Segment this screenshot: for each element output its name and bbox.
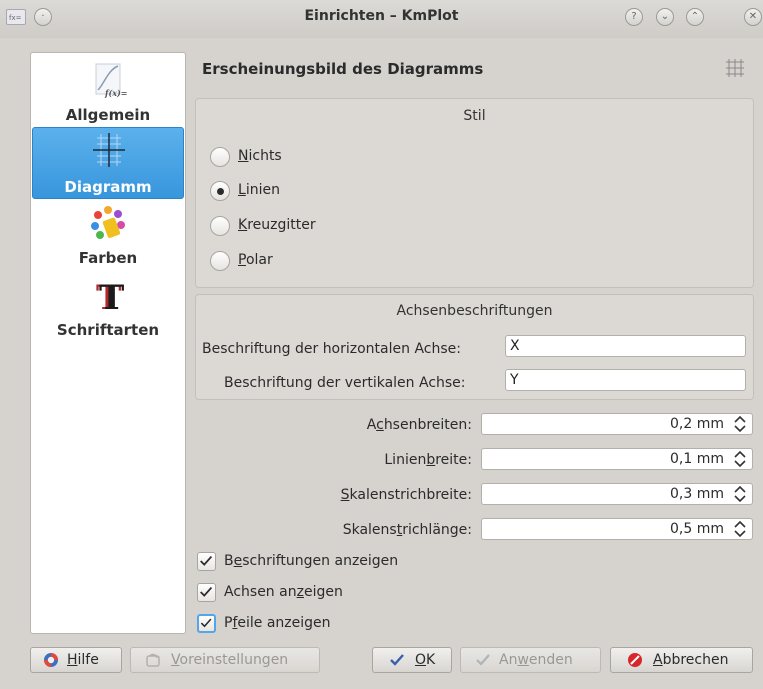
axis-width-spinbox[interactable]: 0,2 mm <box>481 413 753 435</box>
vertical-axis-label: Beschriftung der vertikalen Achse: <box>224 375 466 391</box>
radio-selected-dot <box>217 188 224 195</box>
checkmark-icon <box>476 654 490 666</box>
checkmark-icon <box>200 555 213 566</box>
checkbox[interactable] <box>197 614 216 633</box>
style-group-title: Stil <box>463 108 486 124</box>
axis-labels-group-title: Achsenbeschriftungen <box>396 303 553 319</box>
defaults-button[interactable]: Voreinstellungen <box>130 647 320 673</box>
checkbox[interactable] <box>197 583 216 602</box>
function-label: f(x)= <box>104 88 127 98</box>
spinbox-value: 0,3 mm <box>670 486 724 502</box>
page-title: Erscheinungsbild des Diagramms <box>202 60 484 78</box>
font-t-icon: T T <box>96 278 124 313</box>
tick-length-spinbox[interactable]: 0,5 mm <box>481 518 753 540</box>
sidebar-item-diagramm[interactable]: Diagramm <box>32 127 184 199</box>
tick-length-label: Skalenstrichlänge: <box>342 522 472 538</box>
restore-defaults-icon <box>146 653 160 667</box>
spin-arrows-icon[interactable] <box>733 415 747 433</box>
help-question-icon[interactable]: ? <box>625 8 643 26</box>
sidebar-item-allgemein[interactable]: f(x)= Allgemein <box>32 58 184 128</box>
spinbox-value: 0,1 mm <box>670 451 724 467</box>
paint-colors-icon <box>91 206 125 239</box>
spinbox-value: 0,2 mm <box>670 416 724 432</box>
radio-button[interactable] <box>210 147 230 167</box>
radio-button[interactable] <box>210 181 230 201</box>
sidebar-item-label: Diagramm <box>64 178 152 196</box>
spin-arrows-icon[interactable] <box>733 520 747 538</box>
horizontal-axis-input[interactable] <box>505 335 746 357</box>
checkmark-icon <box>390 654 404 666</box>
checkbox[interactable] <box>197 552 216 571</box>
horizontal-axis-label: Beschriftung der horizontalen Achse: <box>202 341 461 357</box>
sidebar-item-label: Allgemein <box>65 106 151 124</box>
close-icon[interactable]: ✕ <box>744 8 762 26</box>
tick-width-spinbox[interactable]: 0,3 mm <box>481 483 753 505</box>
function-graph-icon: f(x)= <box>95 63 127 98</box>
svg-text:T: T <box>99 278 124 313</box>
maximize-icon[interactable]: ⌃ <box>686 8 704 26</box>
spin-arrows-icon[interactable] <box>733 485 747 503</box>
tick-width-label: Skalenstrichbreite: <box>340 487 472 503</box>
minimize-icon[interactable]: ⌄ <box>656 8 674 26</box>
cancel-button[interactable]: Abbrechen <box>610 647 753 673</box>
vertical-axis-input[interactable] <box>505 369 746 391</box>
apply-button[interactable]: Anwenden <box>460 647 601 673</box>
axes-grid-icon <box>93 133 125 167</box>
line-width-spinbox[interactable]: 0,1 mm <box>481 448 753 470</box>
sidebar-item-farben[interactable]: Farben <box>32 203 184 273</box>
grid-icon <box>726 59 744 77</box>
help-button[interactable]: Hilfe <box>30 647 122 673</box>
sidebar-item-label: Farben <box>78 249 138 267</box>
title-bar[interactable]: fx= · Einrichten – KmPlot ? ⌄ ⌃ ✕ <box>0 0 763 38</box>
spin-arrows-icon[interactable] <box>733 450 747 468</box>
checkmark-icon <box>200 586 213 597</box>
ok-button[interactable]: OK <box>372 647 452 673</box>
sidebar-item-schriftarten[interactable]: T T Schriftarten <box>32 275 184 345</box>
radio-button[interactable] <box>210 216 230 236</box>
cancel-icon <box>628 653 642 667</box>
sidebar-item-label: Schriftarten <box>56 321 160 339</box>
radio-button[interactable] <box>210 251 230 271</box>
axis-width-label: Achsenbreiten: <box>366 417 472 433</box>
line-width-label: Linienbreite: <box>384 452 472 468</box>
window-title: Einrichten – KmPlot <box>304 8 459 24</box>
checkmark-icon <box>200 618 212 628</box>
lifebuoy-icon <box>44 653 58 667</box>
spinbox-value: 0,5 mm <box>670 521 724 537</box>
settings-sidebar: f(x)= Allgemein Diagramm Farben T T Schr… <box>30 52 186 634</box>
